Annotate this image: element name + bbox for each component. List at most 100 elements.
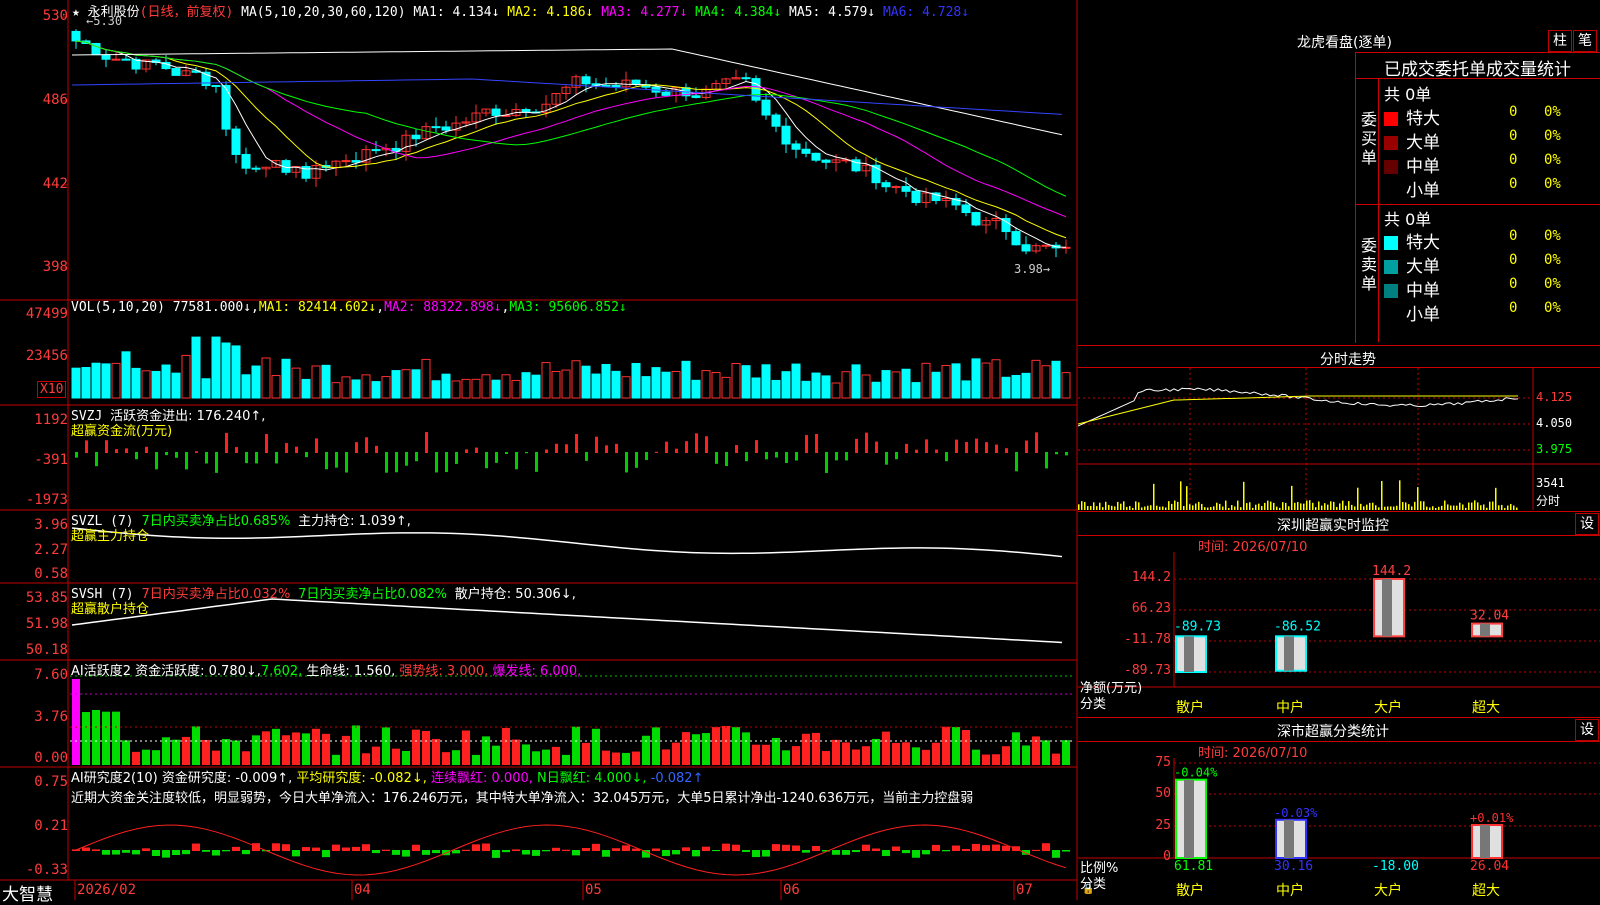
candle-body xyxy=(801,148,811,154)
activity-bar xyxy=(702,733,710,765)
intraday-volume-bar xyxy=(1297,502,1299,510)
activity-bar xyxy=(1002,746,1010,765)
activity-bar xyxy=(842,742,850,765)
activity-bar xyxy=(632,751,640,765)
main-chart-area[interactable] xyxy=(0,0,1078,900)
volume-bar xyxy=(201,378,211,399)
research-bar xyxy=(692,850,700,857)
activity-bar xyxy=(72,679,80,765)
volume-bar xyxy=(811,372,821,399)
volume-bar xyxy=(211,336,221,399)
intraday-volume-bar xyxy=(1156,505,1158,510)
price-axis-label: 530 xyxy=(42,8,68,24)
ma-value: MA2: 4.186↓ xyxy=(507,5,602,20)
fund-flow-bar xyxy=(855,438,858,453)
svzj-axis-label: 1192 xyxy=(34,412,68,428)
main-position-line xyxy=(71,527,1063,558)
vol-axis-label: 47499 xyxy=(25,306,68,322)
date-axis-label: 06 xyxy=(783,882,800,898)
ai-activity-axis-label: 7.60 xyxy=(34,667,68,683)
intraday-volume-bar xyxy=(1432,506,1434,510)
volume-bar xyxy=(621,376,631,399)
volume-bar xyxy=(591,373,601,399)
volume-bar xyxy=(721,376,731,399)
intraday-volume-bar xyxy=(1234,506,1236,510)
intraday-axis-label: 4.050 xyxy=(1536,416,1573,430)
intraday-volume-bar xyxy=(1225,500,1227,510)
intraday-volume-bar xyxy=(1312,502,1314,510)
volume-bar xyxy=(751,377,761,399)
divider xyxy=(1078,535,1600,536)
order-pct: 0% xyxy=(1544,128,1561,144)
research-bar xyxy=(342,847,350,851)
volume-bar xyxy=(1021,372,1031,399)
divider xyxy=(1355,204,1600,205)
sz-monitor-bar: -86.52 xyxy=(1274,619,1321,672)
fund-flow-bar xyxy=(955,439,958,453)
activity-bar xyxy=(242,751,250,765)
research-bar xyxy=(862,844,870,851)
order-stats-title: 已成交委托单成交量统计 xyxy=(1384,60,1571,80)
order-row: 中单 0 0% xyxy=(1384,152,1600,177)
research-bar xyxy=(462,849,470,851)
intraday-volume-bar xyxy=(1291,485,1293,510)
intraday-volume-bar xyxy=(1489,501,1491,510)
bar-shade xyxy=(1382,579,1392,637)
research-bar xyxy=(922,850,930,855)
volume-bar xyxy=(1051,360,1061,399)
volume-bar xyxy=(541,362,551,399)
price-axis-label: 486 xyxy=(42,92,68,108)
fund-flow-bar xyxy=(145,446,148,453)
volume-bar xyxy=(151,370,161,399)
candle-body xyxy=(811,152,821,161)
intraday-volume-bar xyxy=(1474,500,1476,510)
bar-mode-button[interactable]: 柱 xyxy=(1548,30,1572,52)
fund-flow-bar xyxy=(85,440,88,453)
volume-bar xyxy=(471,378,481,399)
ai-research-header: AI研究度2(10) 资金研究度: -0.009↑, 平均研究度: -0.082… xyxy=(71,771,704,786)
sz-stats-category: 散户 xyxy=(1176,883,1204,899)
intraday-volume-bar xyxy=(1393,506,1395,510)
fund-flow-bar xyxy=(705,436,708,453)
volume-bar xyxy=(971,358,981,399)
sz-stats-axis-label: 50 xyxy=(1155,786,1171,801)
fund-flow-bar xyxy=(805,435,808,453)
fund-flow-bar xyxy=(155,452,158,470)
fund-flow-bar xyxy=(195,451,198,453)
activity-bar xyxy=(322,733,330,765)
activity-bar xyxy=(722,725,730,765)
activity-bar xyxy=(412,729,420,765)
svzj-axis-label: -391 xyxy=(34,452,68,468)
volume-bar xyxy=(881,370,891,399)
intraday-volume-bar xyxy=(1168,501,1170,510)
fund-flow-bar xyxy=(745,452,748,462)
intraday-volume-bar xyxy=(1186,486,1188,510)
intraday-chart[interactable] xyxy=(1078,368,1600,510)
intraday-volume-bar xyxy=(1240,507,1242,510)
sz-monitor-settings-button[interactable]: 设 xyxy=(1575,513,1599,535)
fund-flow-bar xyxy=(345,452,348,473)
fund-flow-bar xyxy=(485,452,488,469)
fund-flow-bar xyxy=(925,439,928,453)
intraday-volume-bar xyxy=(1408,504,1410,510)
sz-stats-settings-button[interactable]: 设 xyxy=(1575,719,1599,741)
activity-bar xyxy=(232,740,240,765)
intraday-volume-bar xyxy=(1513,505,1515,510)
intraday-volume-bar xyxy=(1360,503,1362,510)
research-bar xyxy=(82,847,90,851)
research-bar xyxy=(162,850,170,858)
star-icon[interactable]: ★ xyxy=(72,5,80,20)
ai-activity-bars xyxy=(72,679,1070,765)
bar-value-label: -89.73 xyxy=(1174,619,1221,634)
activity-bar xyxy=(382,727,390,765)
tick-mode-button[interactable]: 笔 xyxy=(1573,30,1597,52)
ai-research-axis-label: -0.33 xyxy=(25,862,68,878)
intraday-volume-bar xyxy=(1303,503,1305,510)
research-bar xyxy=(842,850,850,855)
intraday-volume-bar xyxy=(1288,506,1290,510)
candle-body xyxy=(791,143,801,150)
intraday-volume-bar xyxy=(1339,503,1341,510)
activity-bar xyxy=(542,749,550,765)
fund-flow-bar xyxy=(555,443,558,453)
order-count: 0 xyxy=(1509,104,1518,120)
